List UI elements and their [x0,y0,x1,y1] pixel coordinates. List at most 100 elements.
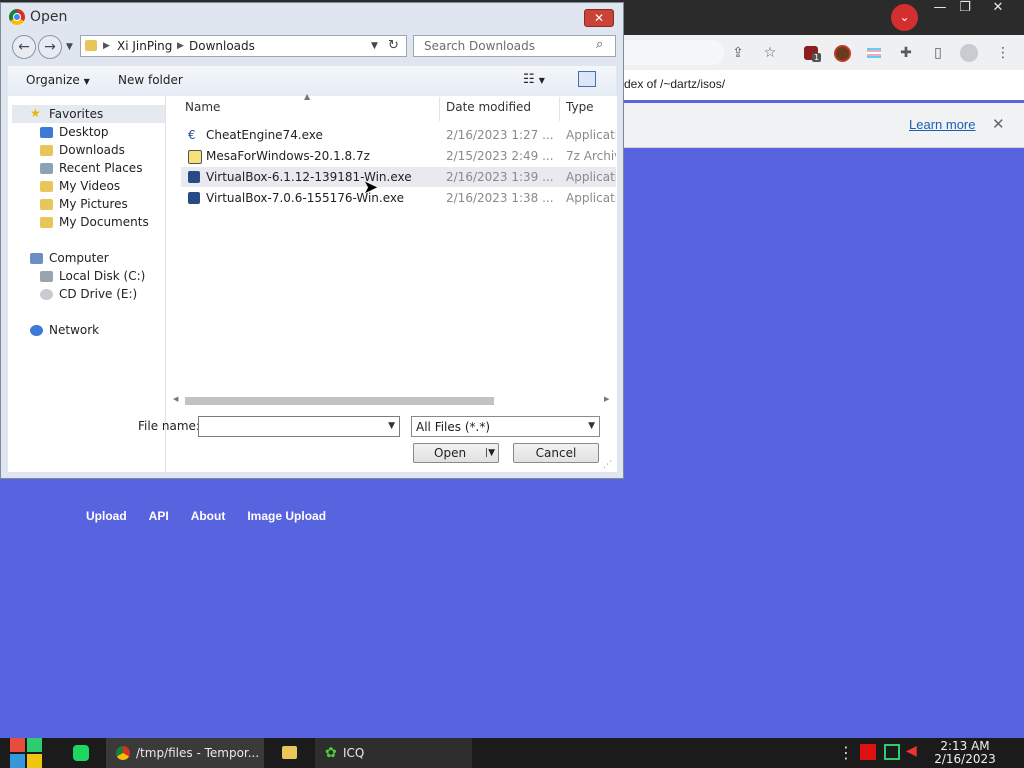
column-divider[interactable] [559,97,560,121]
file-row-date: 2/16/2023 1:39 ... [446,170,554,184]
file-type-select[interactable]: All Files (*.*) ▼ [411,416,600,437]
nav-item-my-videos[interactable]: My Videos [59,179,120,193]
view-options-icon[interactable]: ☷ ▼ [523,72,545,87]
address-bar[interactable] [624,40,724,65]
browser-close-button[interactable]: ✕ [983,0,1013,18]
nav-item-favorites[interactable]: Favorites [49,107,103,121]
dialog-title: Open [30,9,68,25]
nav-item-network[interactable]: Network [49,323,99,337]
spotify-icon[interactable] [73,745,89,761]
file-row-type: Applicatio [566,191,616,205]
organize-button[interactable]: Organize ▼ [26,73,90,87]
nav-item-recent-places[interactable]: Recent Places [59,161,142,175]
ublock-badge: 1 [812,53,822,62]
star-icon: ★ [30,106,41,120]
footer-link-api[interactable]: API [149,509,169,523]
nav-item-my-documents[interactable]: My Documents [59,215,149,229]
folder-icon [85,40,97,51]
chrome-icon [116,746,130,760]
sort-ascending-icon: ▲ [304,92,311,101]
chevron-right-icon: ▶ [177,41,184,51]
clock[interactable]: 2:13 AM 2/16/2023 [930,740,1000,766]
puzzle-icon[interactable]: ✚ [897,44,915,62]
file-row-name[interactable]: VirtualBox-6.1.12-139181-Win.exe [206,170,412,184]
file-row-date: 2/15/2023 2:49 ... [446,149,554,163]
nav-item-cd-drive[interactable]: CD Drive (E:) [59,287,137,301]
virtualbox-icon [188,171,200,183]
footer-link-upload[interactable]: Upload [86,509,127,523]
search-icon[interactable]: ⌕ [596,37,603,52]
column-header-name[interactable]: Name [185,100,220,114]
open-options-chevron-icon[interactable]: |▼ [485,448,495,458]
cancel-button[interactable]: Cancel [513,443,599,463]
profile-icon[interactable] [960,44,978,62]
cheatengine-icon: € [188,128,196,142]
chrome-logo-icon [9,9,25,25]
scroll-right-icon[interactable]: ▶ [604,395,609,403]
sidepanel-icon[interactable]: ▯ [929,44,947,62]
file-row-name[interactable]: CheatEngine74.exe [206,128,323,142]
7z-archive-icon [188,150,202,164]
learn-more-link[interactable]: Learn more [909,117,975,132]
action-center-flag-icon[interactable] [860,744,876,760]
footer-link-about[interactable]: About [191,509,226,523]
column-header-date[interactable]: Date modified [446,100,531,114]
computer-icon [30,253,43,264]
star-icon[interactable]: ☆ [761,44,779,62]
share-icon[interactable]: ⇪ [729,44,747,62]
breadcrumb-item-user[interactable]: Xi JinPing [117,39,172,53]
file-row-type: Applicatio [566,128,616,142]
nav-item-computer[interactable]: Computer [49,251,109,265]
file-name-input[interactable]: ▼ [198,416,400,437]
file-row-date: 2/16/2023 1:38 ... [446,191,554,205]
nav-item-downloads[interactable]: Downloads [59,143,125,157]
chevron-down-icon[interactable]: ▼ [388,421,395,431]
ublock-icon[interactable]: 1 [802,44,822,62]
recent-locations-chevron-icon[interactable]: ▼ [66,42,73,52]
footer-link-image-upload[interactable]: Image Upload [247,509,326,523]
recent-places-icon [40,163,53,174]
nav-item-local-disk[interactable]: Local Disk (C:) [59,269,145,283]
taskbar-item-browser[interactable]: /tmp/files - Tempor... [106,738,264,768]
chrome-menu-button[interactable]: ⌄ [891,4,918,31]
resize-grip-icon[interactable]: ⋰ [603,460,612,470]
scroll-left-icon[interactable]: ◀ [173,395,178,403]
new-folder-button[interactable]: New folder [118,73,183,87]
downloads-icon [40,145,53,156]
column-divider[interactable] [439,97,440,121]
volume-muted-icon[interactable]: ◀ [906,743,917,759]
breadcrumb[interactable]: ▶ Xi JinPing ▶ Downloads ▼ ↻ [80,35,407,57]
refresh-icon[interactable]: ↻ [388,38,399,53]
open-button[interactable]: Open |▼ [413,443,499,463]
clock-date: 2/16/2023 [934,752,996,766]
chevron-down-icon[interactable]: ▼ [588,421,595,431]
file-row-name[interactable]: MesaForWindows-20.1.8.7z [206,149,370,163]
forward-button[interactable]: → [38,35,62,59]
column-header-type[interactable]: Type [566,100,594,114]
avatar-extension-icon[interactable] [833,44,851,62]
flag-extension-icon[interactable] [865,44,883,62]
scrollbar-thumb[interactable] [185,397,494,405]
preview-pane-icon[interactable] [578,71,596,87]
network-tray-icon[interactable] [884,744,900,760]
file-explorer-icon[interactable] [282,746,297,759]
browser-maximize-button[interactable]: ❐ [950,0,980,18]
infobar-close-icon[interactable]: ✕ [992,115,1005,133]
dialog-close-button[interactable]: ✕ [584,9,614,27]
network-icon [30,325,43,336]
nav-item-desktop[interactable]: Desktop [59,125,109,139]
search-placeholder: Search Downloads [424,39,535,53]
chevron-right-icon: ▶ [103,41,110,51]
breadcrumb-item-downloads[interactable]: Downloads [189,39,255,53]
more-icon[interactable]: ⋮ [994,44,1012,62]
back-button[interactable]: ← [12,35,36,59]
taskbar-item-icq[interactable]: ✿ ICQ [315,738,472,768]
start-button[interactable] [10,738,43,768]
file-type-value: All Files (*.*) [416,420,491,434]
file-row-type: 7z Archive [566,149,616,163]
nav-item-my-pictures[interactable]: My Pictures [59,197,128,211]
chevron-down-icon[interactable]: ▼ [371,41,378,51]
overflow-icon[interactable]: ⋮ [838,743,854,762]
pictures-folder-icon [40,199,53,210]
desktop-icon [40,127,53,138]
